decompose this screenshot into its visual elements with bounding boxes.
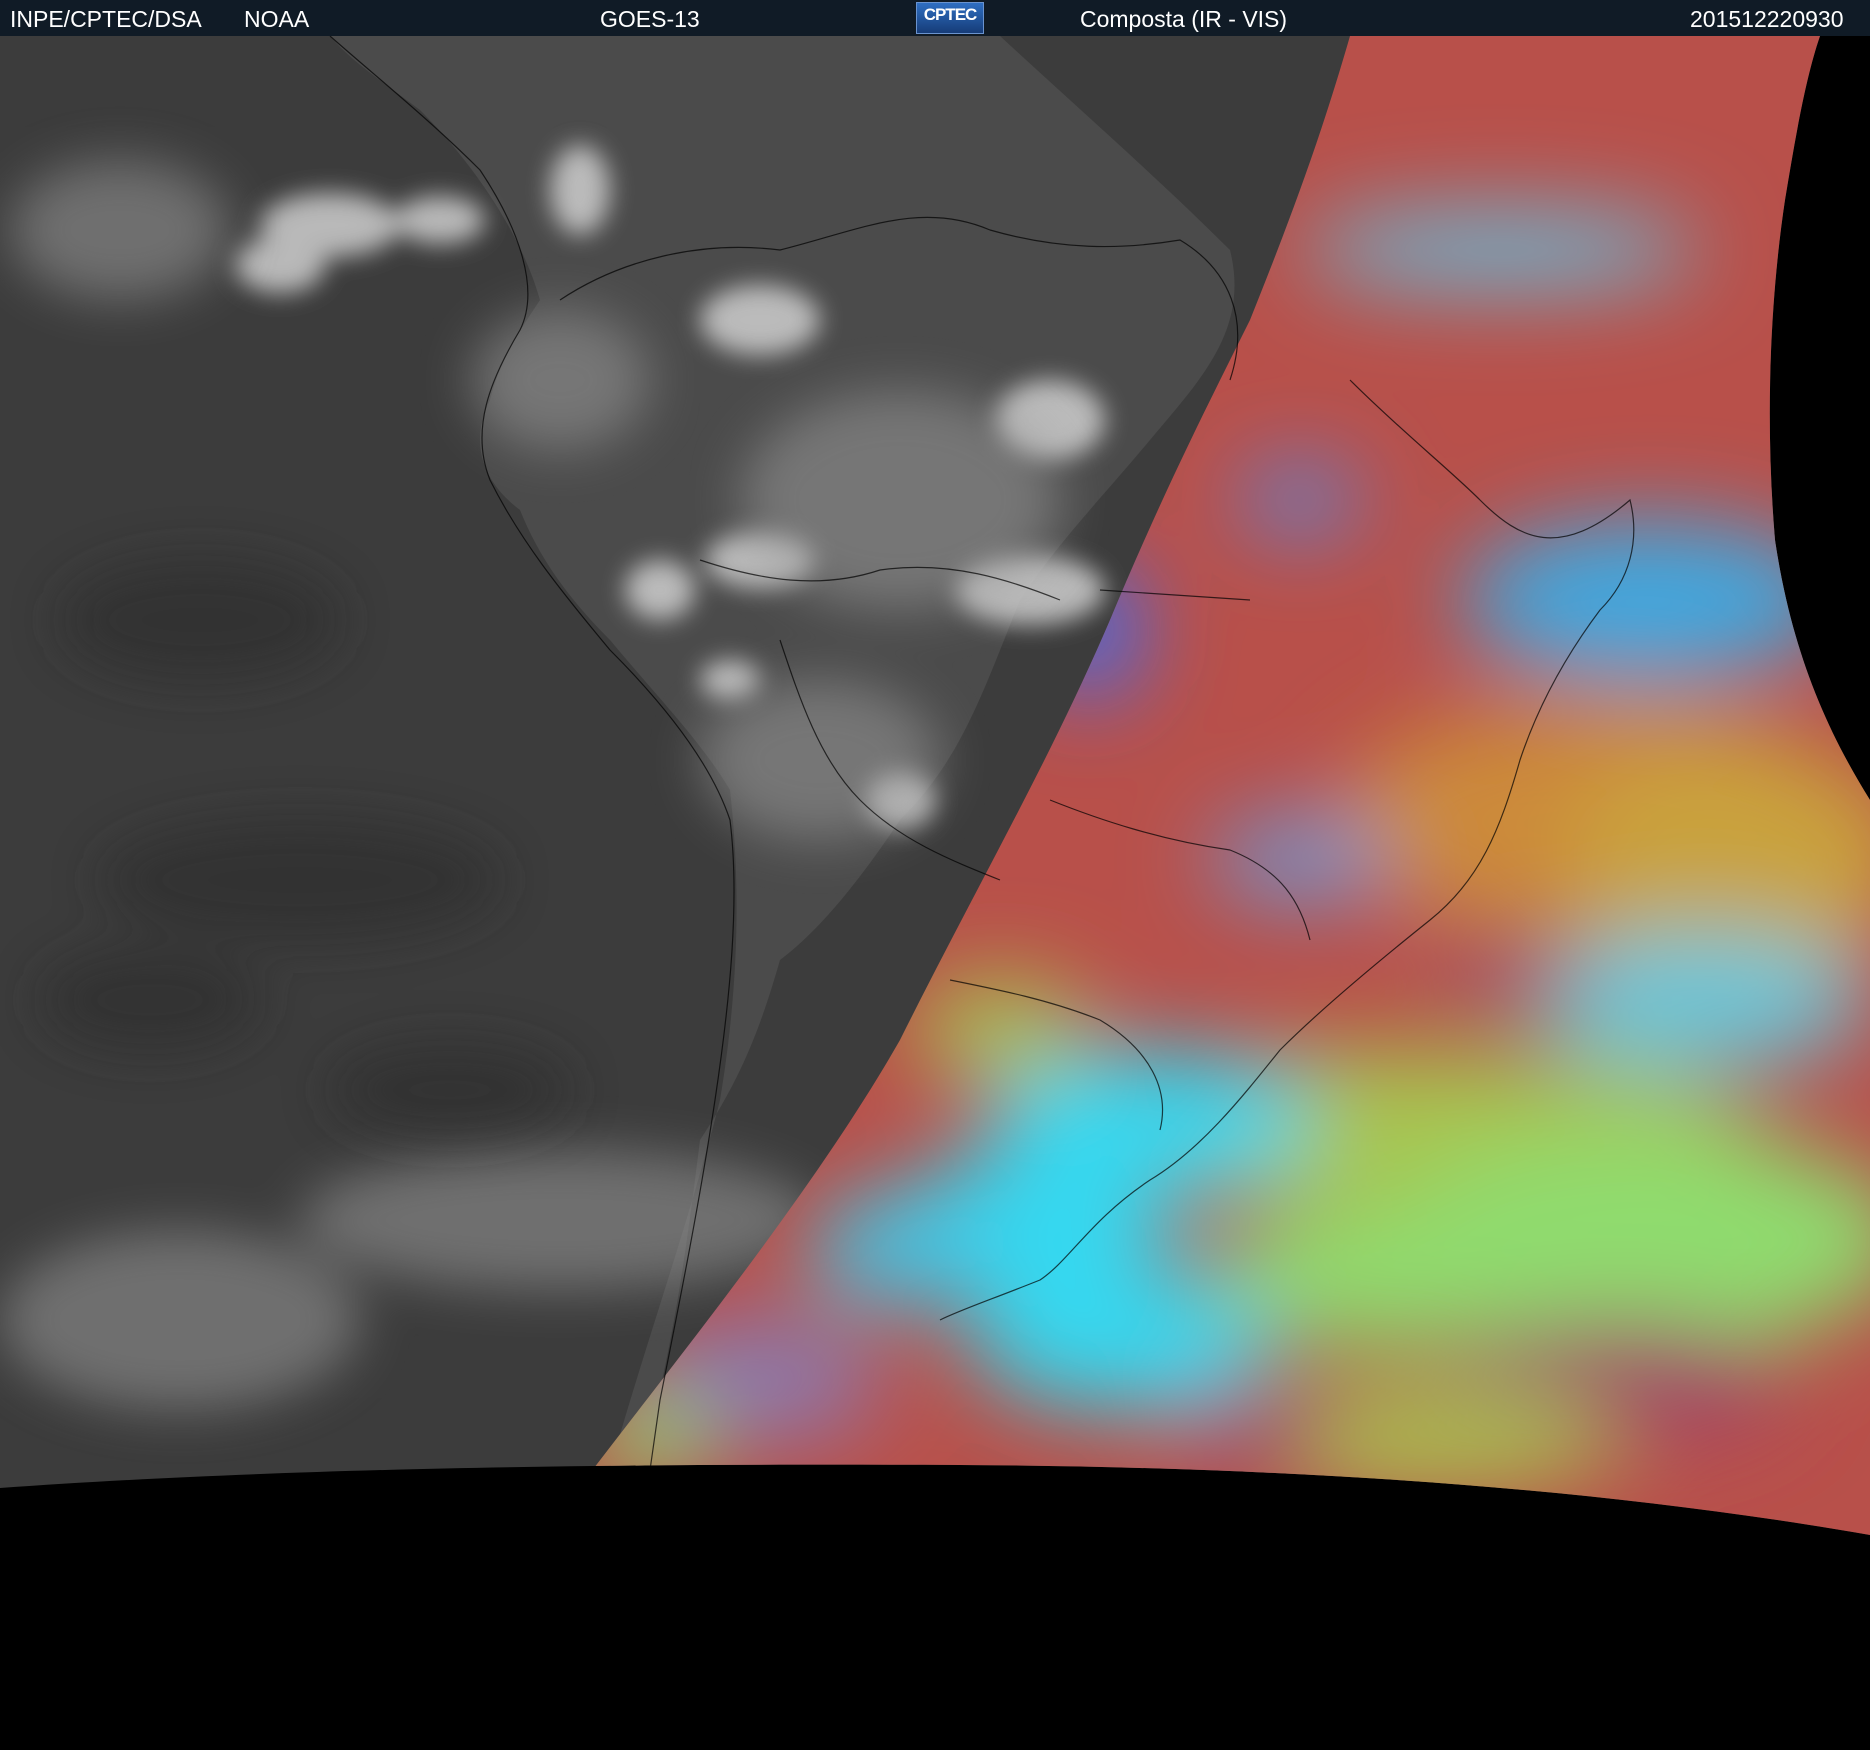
timestamp-label: 201512220930 bbox=[1690, 6, 1844, 32]
product-label: Composta (IR - VIS) bbox=[1080, 6, 1288, 32]
agency-label: NOAA bbox=[244, 6, 310, 32]
header-bar: INPE/CPTEC/DSA NOAA GOES-13 CPTEC Compos… bbox=[0, 0, 1870, 36]
institution-label: INPE/CPTEC/DSA bbox=[10, 6, 202, 32]
satellite-label: GOES-13 bbox=[600, 6, 700, 32]
cptec-logo: CPTEC bbox=[916, 2, 984, 34]
satellite-image bbox=[0, 36, 1870, 1750]
